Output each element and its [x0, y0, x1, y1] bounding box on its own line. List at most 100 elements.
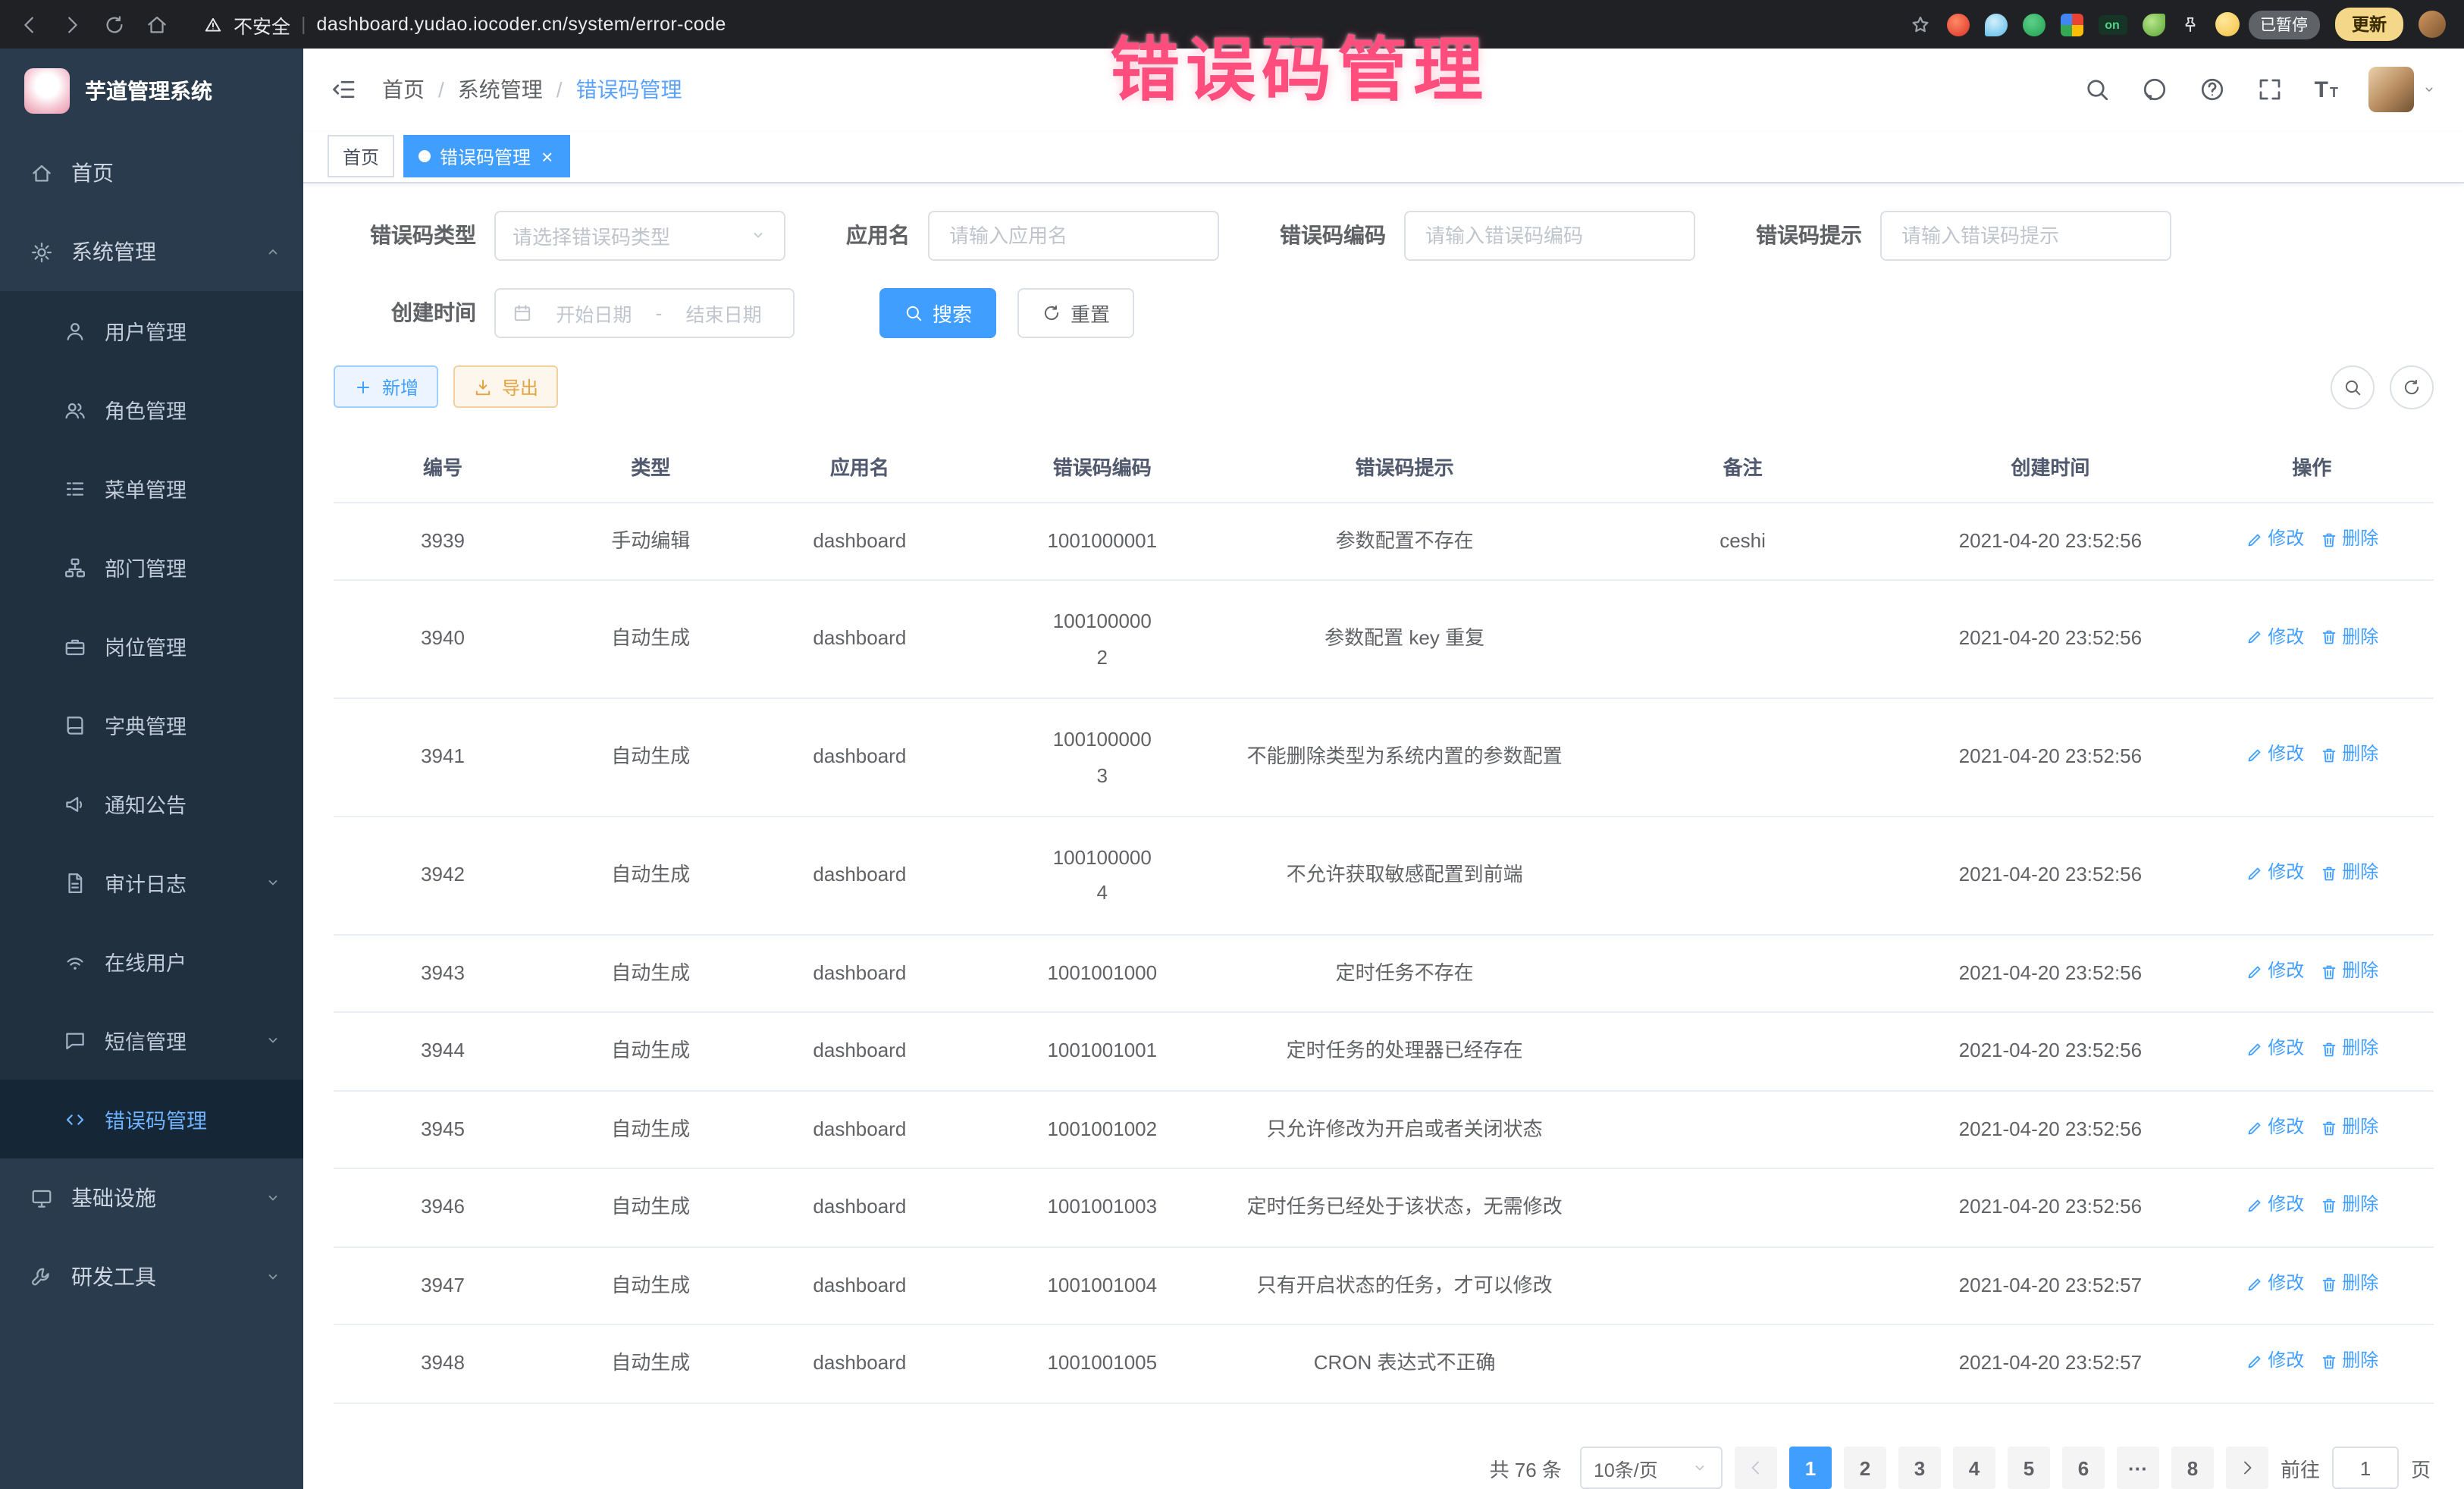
- sidebar-item-label: 首页: [71, 158, 114, 188]
- chrome-update-button[interactable]: 更新: [2335, 8, 2403, 41]
- page-button[interactable]: 6: [2062, 1447, 2105, 1489]
- breadcrumb-separator: /: [438, 78, 444, 102]
- export-button[interactable]: 导出: [453, 366, 558, 409]
- sidebar-item[interactable]: 系统管理: [0, 212, 303, 291]
- column-header: 类型: [552, 431, 749, 503]
- breadcrumb-item[interactable]: 系统管理: [458, 75, 543, 105]
- extension-grid-icon[interactable]: [2060, 13, 2083, 36]
- delete-link[interactable]: 删除: [2319, 742, 2378, 769]
- extension-green-icon[interactable]: [2022, 13, 2045, 36]
- delete-link[interactable]: 删除: [2319, 958, 2378, 985]
- edit-link[interactable]: 修改: [2245, 1271, 2304, 1297]
- app-logo[interactable]: 芋道管理系统: [0, 49, 303, 133]
- delete-link[interactable]: 删除: [2319, 1271, 2378, 1297]
- cell-type: 自动生成: [552, 1325, 749, 1403]
- sidebar-item[interactable]: 角色管理: [0, 370, 303, 449]
- cell-type: 自动生成: [552, 1013, 749, 1091]
- error-type-select[interactable]: 请选择错误码类型: [494, 211, 785, 261]
- sidebar-item[interactable]: 用户管理: [0, 291, 303, 370]
- page-ellipsis[interactable]: ···: [2117, 1447, 2159, 1489]
- header-search-icon[interactable]: [2084, 77, 2111, 104]
- pin-extension-icon[interactable]: [2180, 14, 2199, 34]
- edit-link[interactable]: 修改: [2245, 526, 2304, 553]
- page-button[interactable]: 2: [1844, 1447, 1886, 1489]
- sidebar-item[interactable]: 研发工具: [0, 1237, 303, 1316]
- breadcrumb-separator: /: [556, 78, 563, 102]
- delete-link[interactable]: 删除: [2319, 526, 2378, 553]
- browser-profile-avatar[interactable]: [2419, 11, 2446, 38]
- chevron-right-icon: [2238, 1459, 2256, 1477]
- goto-page-input[interactable]: [2332, 1447, 2399, 1489]
- hamburger-icon[interactable]: [331, 77, 358, 104]
- sidebar-item[interactable]: 在线用户: [0, 922, 303, 1001]
- delete-link[interactable]: 删除: [2319, 1036, 2378, 1063]
- sidebar-item[interactable]: 字典管理: [0, 685, 303, 764]
- edit-link[interactable]: 修改: [2245, 742, 2304, 769]
- edit-link[interactable]: 修改: [2245, 1193, 2304, 1219]
- edit-link[interactable]: 修改: [2245, 1114, 2304, 1141]
- breadcrumb-item[interactable]: 首页: [382, 75, 425, 105]
- page-button[interactable]: 4: [1953, 1447, 1995, 1489]
- delete-link[interactable]: 删除: [2319, 1193, 2378, 1219]
- date-range-picker[interactable]: 开始日期 - 结束日期: [494, 288, 795, 338]
- edit-link[interactable]: 修改: [2245, 860, 2304, 886]
- page-size-select[interactable]: 10条/页: [1580, 1447, 1723, 1489]
- cell-created: 2021-04-20 23:52:56: [1911, 581, 2190, 699]
- sidebar-item[interactable]: 基础设施: [0, 1158, 303, 1237]
- toggle-search-button[interactable]: [2331, 365, 2375, 409]
- user-menu[interactable]: [2368, 67, 2437, 113]
- browser-back-icon[interactable]: [18, 13, 41, 36]
- browser-home-icon[interactable]: [146, 13, 168, 36]
- extension-red-icon[interactable]: [1946, 13, 1969, 36]
- edit-link[interactable]: 修改: [2245, 1349, 2304, 1375]
- add-button[interactable]: 新增: [334, 366, 438, 409]
- sidebar-item[interactable]: 通知公告: [0, 764, 303, 843]
- page-button[interactable]: 1: [1789, 1447, 1832, 1489]
- prev-page-button[interactable]: [1735, 1447, 1777, 1489]
- app-name-input[interactable]: [946, 223, 1201, 249]
- delete-link[interactable]: 删除: [2319, 1349, 2378, 1375]
- sidebar-item[interactable]: 首页: [0, 133, 303, 212]
- page-button[interactable]: 3: [1898, 1447, 1941, 1489]
- emoji-extension-icon[interactable]: [2215, 12, 2239, 36]
- table-body: 3939手动编辑dashboard1001000001参数配置不存在ceshi2…: [334, 503, 2434, 1403]
- page-button[interactable]: 8: [2171, 1447, 2214, 1489]
- docs-help-icon[interactable]: [2199, 77, 2227, 104]
- browser-reload-icon[interactable]: [103, 13, 126, 36]
- sidebar-item-label: 错误码管理: [105, 1104, 207, 1134]
- delete-link[interactable]: 删除: [2319, 624, 2378, 650]
- browser-forward-icon[interactable]: [61, 13, 83, 36]
- fullscreen-icon[interactable]: [2257, 77, 2284, 104]
- github-icon[interactable]: [2142, 77, 2169, 104]
- error-hint-input[interactable]: [1898, 223, 2153, 249]
- reset-button[interactable]: 重置: [1017, 288, 1134, 338]
- table-row: 3943自动生成dashboard1001001000定时任务不存在2021-0…: [334, 935, 2434, 1013]
- sidebar-item[interactable]: 岗位管理: [0, 607, 303, 685]
- sidebar-item[interactable]: 短信管理: [0, 1001, 303, 1080]
- bookmark-star-icon[interactable]: [1908, 13, 1931, 36]
- address-bar[interactable]: 不安全 | dashboard.yudao.iocoder.cn/system/…: [203, 10, 726, 39]
- sidebar-item[interactable]: 审计日志: [0, 843, 303, 922]
- font-size-icon[interactable]: TT: [2315, 79, 2338, 102]
- close-tab-icon[interactable]: ×: [540, 147, 554, 167]
- edit-link[interactable]: 修改: [2245, 958, 2304, 985]
- extension-on-icon[interactable]: on: [2098, 14, 2127, 34]
- sidebar-item[interactable]: 错误码管理: [0, 1080, 303, 1158]
- edit-link[interactable]: 修改: [2245, 1036, 2304, 1063]
- view-tag[interactable]: 首页: [328, 136, 394, 178]
- submenu-arrow-icon: [264, 1031, 282, 1049]
- error-code-input[interactable]: [1422, 223, 1677, 249]
- sidebar-item[interactable]: 菜单管理: [0, 449, 303, 528]
- search-button[interactable]: 搜索: [879, 288, 996, 338]
- view-tag[interactable]: 错误码管理×: [403, 136, 569, 178]
- delete-link[interactable]: 删除: [2319, 1114, 2378, 1141]
- sidebar-item[interactable]: 部门管理: [0, 528, 303, 607]
- page-button[interactable]: 5: [2008, 1447, 2050, 1489]
- extension-leaf-icon[interactable]: [2142, 13, 2165, 36]
- refresh-table-button[interactable]: [2390, 365, 2434, 409]
- delete-link[interactable]: 删除: [2319, 860, 2378, 886]
- edit-link[interactable]: 修改: [2245, 624, 2304, 650]
- cell-hint: 不能删除类型为系统内置的参数配置: [1234, 699, 1575, 817]
- extension-drop-icon[interactable]: [1984, 13, 2007, 36]
- next-page-button[interactable]: [2226, 1447, 2268, 1489]
